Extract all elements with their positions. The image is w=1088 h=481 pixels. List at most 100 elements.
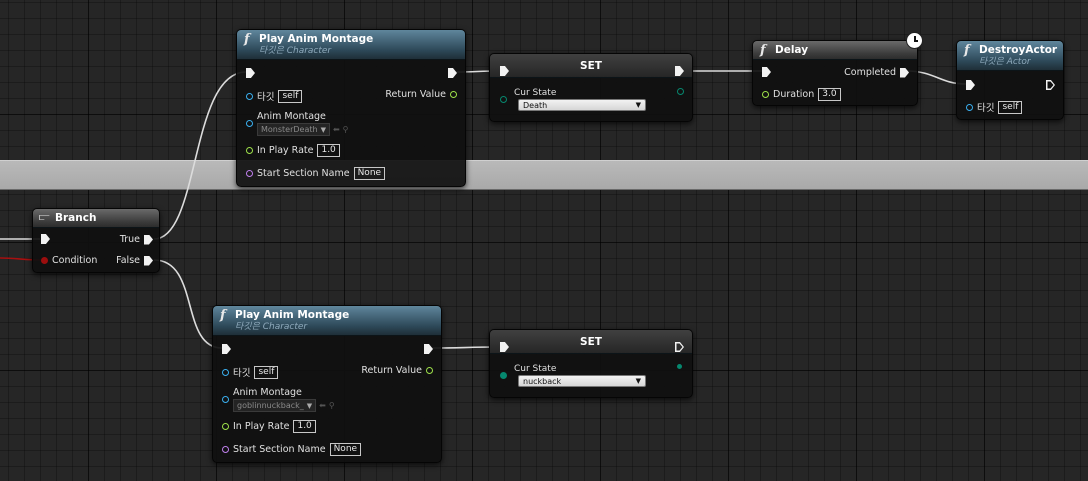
set-cur-state-node-bottom[interactable]: SET Cur State nuckback ▼ xyxy=(489,329,693,398)
node-header[interactable]: ⫍ Branch xyxy=(33,209,159,228)
use-selected-arrow-icon[interactable]: ⬅ xyxy=(333,125,340,134)
exec-out-pin[interactable] xyxy=(675,342,684,352)
anim-montage-asset-picker[interactable]: goblinnuckback_ ▼ xyxy=(233,399,317,412)
cur-state-in-pin[interactable] xyxy=(500,372,507,379)
exec-pin-icon xyxy=(246,68,255,78)
exec-in-pin[interactable] xyxy=(246,68,255,78)
return-value-pin-row[interactable]: Return Value xyxy=(361,365,433,376)
exec-in-pin[interactable] xyxy=(500,342,509,352)
true-label: True xyxy=(119,234,140,245)
return-value-label: Return Value xyxy=(361,365,422,376)
exec-out-pin[interactable] xyxy=(1046,80,1055,90)
destroy-actor-node[interactable]: f DestroyActor 타깃은 Actor 타깃 self xyxy=(956,40,1064,120)
browse-search-icon[interactable]: ⚲ xyxy=(329,401,335,410)
enum-pin-icon xyxy=(500,96,507,103)
start-section-input[interactable]: None xyxy=(329,443,362,456)
in-play-rate-pin-row[interactable]: In Play Rate 1.0 xyxy=(222,420,316,433)
in-play-rate-pin-row[interactable]: In Play Rate 1.0 xyxy=(246,144,340,157)
exec-pin-icon xyxy=(675,66,684,76)
node-header[interactable]: f DestroyActor 타깃은 Actor xyxy=(957,41,1063,71)
in-play-rate-input[interactable]: 1.0 xyxy=(317,144,340,157)
target-pin-row[interactable]: 타깃 self xyxy=(222,365,279,379)
condition-pin-row[interactable]: Condition xyxy=(41,255,97,266)
node-header[interactable]: f Play Anim Montage 타깃은 Character xyxy=(237,30,465,60)
float-pin-icon xyxy=(426,367,433,374)
exec-in-pin[interactable] xyxy=(500,66,509,76)
node-header[interactable]: SET xyxy=(490,330,692,354)
exec-out-pin[interactable] xyxy=(424,344,433,354)
node-header[interactable]: f Play Anim Montage 타깃은 Character xyxy=(213,306,441,336)
node-subtitle: 타깃은 Actor xyxy=(979,57,1031,67)
in-play-rate-label: In Play Rate xyxy=(257,145,314,156)
completed-pin-row[interactable]: Completed xyxy=(844,67,909,78)
node-subtitle: 타깃은 Character xyxy=(235,322,308,332)
exec-out-pin[interactable] xyxy=(448,68,457,78)
target-label: 타깃 xyxy=(977,103,995,114)
exec-pin-icon xyxy=(144,255,153,266)
exec-pin-icon xyxy=(900,67,909,78)
exec-pin-icon xyxy=(1046,80,1055,90)
set-cur-state-node-top[interactable]: SET Cur State Death ▼ xyxy=(489,53,693,122)
play-anim-montage-node-top[interactable]: f Play Anim Montage 타깃은 Character 타깃 sel… xyxy=(236,29,466,187)
start-section-input[interactable]: None xyxy=(353,167,386,180)
cur-state-label: Cur State xyxy=(514,88,557,98)
duration-label: Duration xyxy=(773,89,815,100)
branch-node[interactable]: ⫍ Branch True Condition False xyxy=(32,208,160,273)
start-section-label: Start Section Name xyxy=(233,444,326,455)
cur-state-out-pin[interactable] xyxy=(677,88,684,95)
exec-in-pin[interactable] xyxy=(762,67,771,77)
node-title: Delay xyxy=(775,44,809,56)
start-section-pin-row[interactable]: Start Section Name None xyxy=(222,443,362,456)
exec-wire-branch-true xyxy=(153,71,247,240)
start-section-label: Start Section Name xyxy=(257,168,350,179)
anim-montage-asset-picker[interactable]: MonsterDeath ▼ xyxy=(257,123,330,136)
function-f-icon: f xyxy=(244,32,250,47)
duration-input[interactable]: 3.0 xyxy=(818,88,841,101)
float-pin-icon xyxy=(222,423,229,430)
node-header[interactable]: f Delay xyxy=(753,41,917,60)
cur-state-dropdown[interactable]: Death ▼ xyxy=(518,99,646,111)
return-value-label: Return Value xyxy=(385,89,446,100)
duration-pin-row[interactable]: Duration 3.0 xyxy=(762,88,841,101)
false-pin-row[interactable]: False xyxy=(116,255,153,266)
use-selected-arrow-icon[interactable]: ⬅ xyxy=(319,401,326,410)
function-f-icon: f xyxy=(760,43,766,58)
cur-state-value: Death xyxy=(523,100,548,110)
node-title: SET xyxy=(580,60,602,72)
play-anim-montage-node-bottom[interactable]: f Play Anim Montage 타깃은 Character 타깃 sel… xyxy=(212,305,442,463)
true-pin-row[interactable]: True xyxy=(120,234,153,245)
exec-pin-icon xyxy=(500,66,509,76)
anim-montage-pin-row[interactable]: Anim Montage goblinnuckback_ ▼ ⬅ ⚲ xyxy=(222,387,335,412)
browse-search-icon[interactable]: ⚲ xyxy=(343,125,349,134)
target-self-value[interactable]: self xyxy=(254,365,279,379)
start-section-pin-row[interactable]: Start Section Name None xyxy=(246,167,386,180)
exec-pin-icon xyxy=(675,342,684,352)
target-pin-row[interactable]: 타깃 self xyxy=(246,89,303,103)
exec-out-pin[interactable] xyxy=(675,66,684,76)
cur-state-value: nuckback xyxy=(523,376,562,386)
exec-in-pin[interactable] xyxy=(966,80,975,90)
exec-in-pin[interactable] xyxy=(41,234,50,244)
object-pin-icon xyxy=(246,120,253,127)
in-play-rate-input[interactable]: 1.0 xyxy=(293,420,316,433)
exec-in-pin[interactable] xyxy=(222,344,231,354)
float-pin-icon xyxy=(762,91,769,98)
chevron-down-icon: ▼ xyxy=(306,401,313,410)
anim-montage-label: Anim Montage xyxy=(257,111,326,122)
target-pin-row[interactable]: 타깃 self xyxy=(966,100,1023,114)
object-pin-icon xyxy=(222,396,229,403)
cur-state-in-pin[interactable] xyxy=(500,96,507,103)
chevron-down-icon: ▼ xyxy=(320,125,326,134)
completed-label: Completed xyxy=(844,67,896,78)
cur-state-dropdown[interactable]: nuckback ▼ xyxy=(518,375,646,387)
float-pin-icon xyxy=(450,91,457,98)
branch-icon: ⫍ xyxy=(39,212,50,223)
node-header[interactable]: SET xyxy=(490,54,692,78)
delay-node[interactable]: f Delay Completed Duration 3.0 xyxy=(752,40,918,106)
target-label: 타깃 xyxy=(233,368,251,379)
target-self-value[interactable]: self xyxy=(998,100,1023,114)
return-value-pin-row[interactable]: Return Value xyxy=(385,89,457,100)
target-self-value[interactable]: self xyxy=(278,89,303,103)
anim-montage-pin-row[interactable]: Anim Montage MonsterDeath ▼ ⬅ ⚲ xyxy=(246,111,349,136)
cur-state-out-pin[interactable] xyxy=(677,364,682,369)
